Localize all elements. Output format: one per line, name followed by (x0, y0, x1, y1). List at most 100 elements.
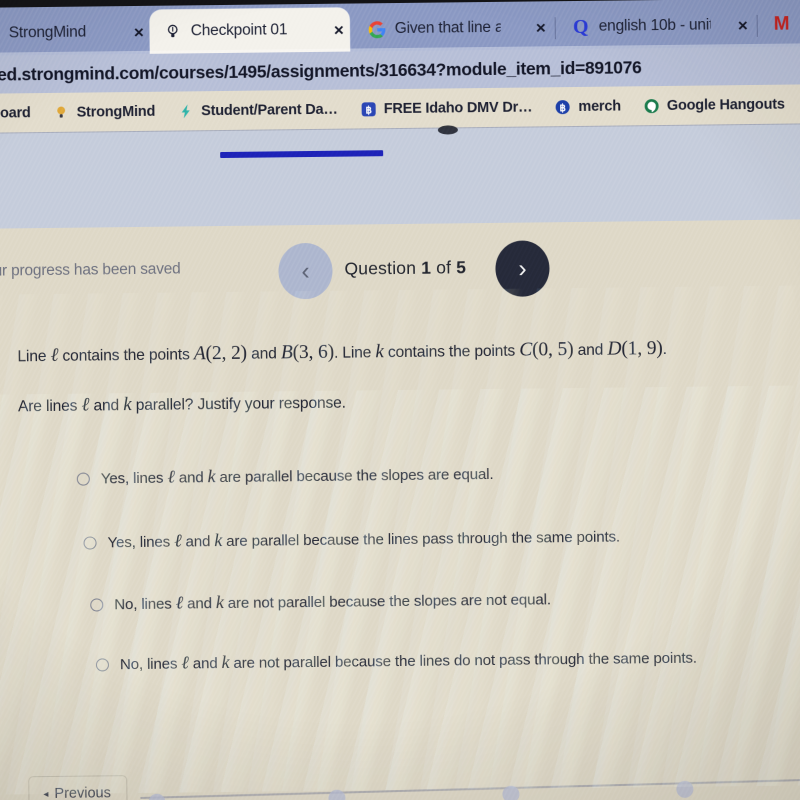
question-number: 1 (421, 257, 432, 278)
dmv-bookmark-icon: ฿ (360, 100, 377, 117)
tab-title: Checkpoint 01 (190, 21, 288, 40)
url-text[interactable]: ceed.strongmind.com/courses/1495/assignm… (0, 57, 642, 86)
question-nav-row: Your progress has been saved ‹ Question … (0, 233, 800, 304)
point-b-name: B (280, 342, 293, 364)
bookmark-label: Student/Parent Da… (201, 101, 338, 119)
progress-saved-message: Your progress has been saved (0, 260, 181, 280)
option-pre-text: Yes, lines (107, 533, 175, 552)
browser-tab-strongmind[interactable]: StrongMind × (0, 10, 150, 56)
next-question-button[interactable]: › (495, 240, 550, 297)
point-a-coords: (2, 2) (205, 342, 248, 365)
option-mid-text: and (188, 655, 222, 673)
merch-bookmark-icon: ฿ (554, 98, 571, 115)
answer-option-2[interactable]: Yes, lines ℓ and k are parallel because … (83, 524, 797, 553)
question-total: 5 (456, 257, 467, 278)
bookmark-idaho-dmv[interactable]: ฿ FREE Idaho DMV Dr… (349, 98, 544, 117)
bookmark-google[interactable]: G (796, 95, 800, 112)
bookmark-label: merch (578, 97, 622, 115)
bookmark-label: nboard (0, 104, 31, 122)
tab-title: Given that line aa is (394, 18, 501, 38)
bookmark-label: Google Hangouts (666, 96, 785, 114)
tab-close-icon[interactable]: × (324, 20, 344, 39)
browser-tab-google-search[interactable]: Given that line aa is × (353, 5, 551, 51)
lightbulb-bookmark-icon (53, 104, 70, 121)
question-counter: Question 1 of 5 (344, 257, 466, 279)
point-c-coords: (0, 5) (531, 339, 574, 361)
bookmark-label: StrongMind (76, 103, 156, 121)
answer-options-list: Yes, lines ℓ and k are parallel because … (69, 460, 800, 718)
quiz-page-body: Your progress has been saved ‹ Question … (0, 219, 800, 800)
svg-text:฿: ฿ (560, 103, 566, 114)
answer-option-1[interactable]: Yes, lines ℓ and k are parallel because … (76, 460, 797, 489)
svg-text:฿: ฿ (365, 105, 371, 116)
triangle-left-icon: ◂ (43, 788, 49, 800)
browser-tab-quizlet[interactable]: Q english 10b - unit 1 × (557, 3, 753, 49)
tab-close-icon[interactable]: × (728, 16, 748, 35)
radio-button[interactable] (95, 658, 110, 672)
prompt-text: . (662, 340, 667, 359)
bookmark-label: FREE Idaho DMV Dr… (383, 98, 533, 117)
point-d-coords: (1, 9) (621, 338, 663, 360)
prompt-text: contains the points (58, 346, 194, 365)
answer-option-text: Yes, lines ℓ and k are parallel because … (107, 526, 620, 553)
bookmark-google-hangouts[interactable]: Google Hangouts (632, 96, 796, 115)
progress-dot-3[interactable] (502, 785, 520, 800)
answer-option-text: No, lines ℓ and k are not parallel becau… (120, 647, 697, 675)
hangouts-bookmark-icon (643, 97, 660, 114)
bookmark-dashboard[interactable]: nboard (0, 105, 42, 122)
answer-option-3[interactable]: No, lines ℓ and k are not parallel becau… (90, 586, 798, 615)
bookmark-student-parent-dashboard[interactable]: Student/Parent Da… (166, 101, 349, 120)
tab-close-icon[interactable]: × (526, 18, 546, 37)
question-prompt: Line ℓ contains the points A(2, 2) and B… (17, 338, 792, 445)
progress-track (140, 778, 800, 799)
prompt-text: . Line (333, 344, 376, 362)
answer-option-text: Yes, lines ℓ and k are parallel because … (101, 463, 494, 488)
radio-button[interactable] (83, 536, 97, 550)
prompt-text: and (573, 341, 608, 360)
prompt-text: and (246, 345, 281, 363)
chevron-right-icon: › (518, 254, 527, 283)
gmail-favicon: M (773, 13, 790, 35)
question-prompt-line-1: Line ℓ contains the points A(2, 2) and B… (17, 338, 791, 366)
progress-dot-1[interactable] (148, 793, 166, 800)
quiz-bottom-bar: ◂ Previous (0, 761, 800, 800)
tab-close-icon[interactable]: × (124, 22, 144, 41)
tab-title: StrongMind (8, 23, 87, 42)
bookmark-merch[interactable]: ฿ merch (543, 97, 632, 115)
browser-tab-gmail[interactable]: M (763, 2, 800, 47)
course-header-band (0, 123, 800, 229)
option-post-text: are parallel because the lines pass thro… (222, 528, 621, 551)
progress-dot-4[interactable] (676, 780, 694, 798)
browser-tab-checkpoint-01[interactable]: Checkpoint 01 × (149, 7, 350, 54)
point-d-expression: D(1, 9) (607, 338, 663, 360)
lightning-bookmark-icon (177, 102, 194, 119)
line-k-variable: k (207, 466, 216, 487)
tab-title: english 10b - unit 1 (598, 16, 711, 35)
point-b-expression: B(3, 6) (281, 342, 334, 364)
option-mid-text: and (182, 595, 216, 613)
line-k-variable: k (214, 530, 223, 551)
line-k-variable: k (123, 393, 132, 415)
lightbulb-favicon (164, 22, 182, 40)
bookmark-strongmind[interactable]: StrongMind (42, 103, 167, 121)
answer-option-text: No, lines ℓ and k are not parallel becau… (114, 588, 551, 614)
chevron-left-icon: ‹ (301, 256, 310, 285)
google-favicon (368, 20, 386, 38)
radio-button[interactable] (90, 598, 104, 612)
point-a-name: A (193, 343, 206, 365)
prompt-text: contains the points (383, 342, 520, 362)
tab-separator (554, 17, 556, 40)
point-c-expression: C(0, 5) (519, 339, 573, 361)
previous-question-button[interactable]: ‹ (278, 242, 333, 300)
prompt-text: Are lines (17, 397, 82, 415)
question-word: Question (344, 257, 417, 279)
point-a-expression: A(2, 2) (194, 343, 247, 365)
option-post-text: are not parallel because the lines do no… (229, 649, 697, 672)
point-d-name: D (607, 338, 622, 360)
quizlet-favicon: Q (572, 15, 589, 39)
previous-button[interactable]: ◂ Previous (28, 775, 129, 800)
answer-option-4[interactable]: No, lines ℓ and k are not parallel becau… (95, 646, 799, 675)
point-b-coords: (3, 6) (292, 341, 335, 364)
radio-button[interactable] (76, 472, 90, 486)
option-pre-text: No, lines (119, 655, 182, 674)
